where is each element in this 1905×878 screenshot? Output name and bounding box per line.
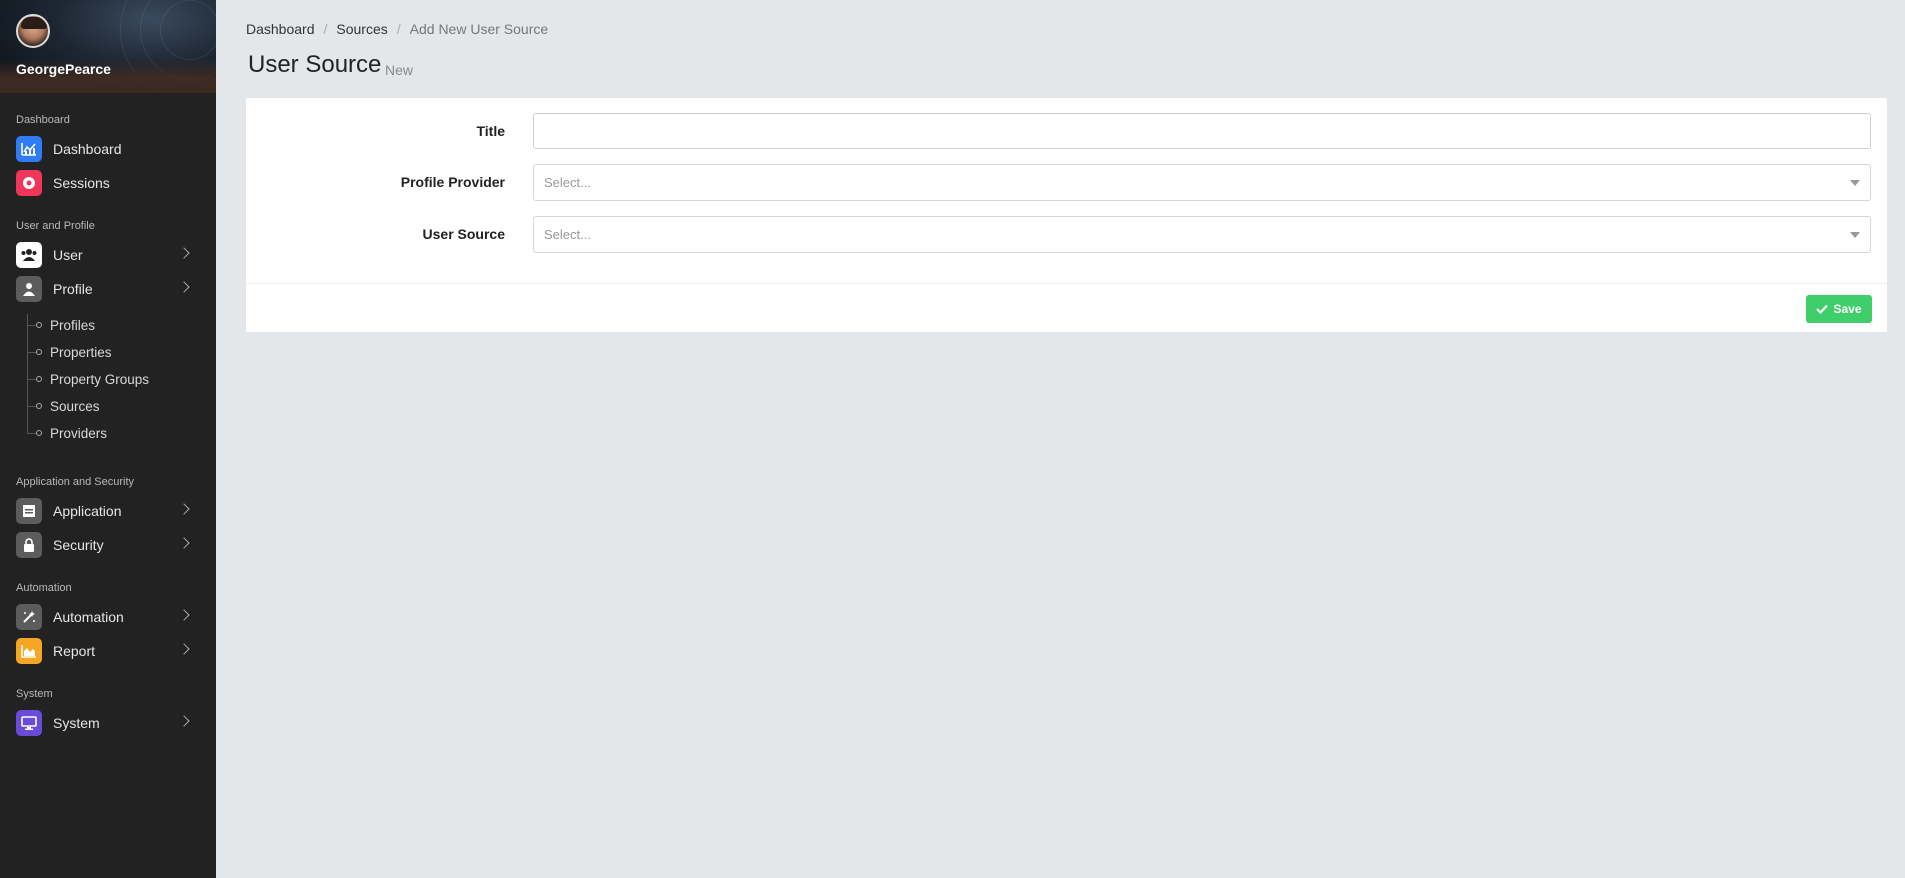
sidebar-item-security[interactable]: Security (16, 532, 196, 558)
section-title-system: System (16, 688, 53, 700)
user-source-placeholder: Select... (544, 227, 591, 242)
form-card: Title Profile Provider Select... User So… (246, 98, 1887, 332)
breadcrumb-sources[interactable]: Sources (336, 21, 387, 37)
breadcrumb: Dashboard / Sources / Add New User Sourc… (246, 21, 548, 37)
person-icon (16, 276, 42, 302)
chevron-right-icon (178, 609, 190, 621)
sidebar-subitem-sources[interactable]: Sources (27, 396, 100, 416)
sidebar-subitem-profiles[interactable]: Profiles (27, 315, 95, 335)
sidebar-subitem-label: Property Groups (50, 371, 150, 387)
title-label: Title (476, 123, 505, 139)
chevron-right-icon (178, 281, 190, 293)
caret-down-icon (1850, 180, 1860, 186)
profile-provider-label: Profile Provider (400, 174, 505, 190)
background-ring (160, 0, 216, 60)
section-title-dashboard: Dashboard (16, 114, 70, 126)
sidebar-subitem-properties[interactable]: Properties (27, 342, 112, 362)
sidebar-item-label: Dashboard (53, 141, 122, 157)
sidebar-item-automation[interactable]: Automation (16, 604, 196, 630)
sidebar-subitem-label: Providers (50, 425, 108, 441)
record-icon (16, 170, 42, 196)
sidebar-item-report[interactable]: Report (16, 638, 196, 664)
chevron-right-icon (178, 247, 190, 259)
window-icon (16, 498, 42, 524)
page-subtitle: New (385, 62, 414, 78)
bullet-icon (36, 376, 42, 382)
lock-icon (16, 532, 42, 558)
sidebar-header: GeorgePearce (0, 0, 216, 93)
breadcrumb-dashboard[interactable]: Dashboard (246, 21, 315, 37)
sidebar-item-label: Automation (53, 609, 124, 625)
users-icon (16, 242, 42, 268)
sidebar-item-label: Application (53, 503, 122, 519)
chevron-right-icon (178, 537, 190, 549)
section-title-application-and-security: Application and Security (16, 476, 135, 488)
avatar[interactable] (16, 14, 50, 48)
wand-icon (16, 604, 42, 630)
sidebar-item-user[interactable]: User (16, 242, 196, 268)
bullet-icon (36, 349, 42, 355)
check-icon (1816, 304, 1829, 314)
sidebar-item-sessions[interactable]: Sessions (16, 170, 196, 196)
sidebar-subitem-property-groups[interactable]: Property Groups (27, 369, 149, 389)
sidebar-item-label: System (53, 715, 100, 731)
profile-provider-select[interactable]: Select... (533, 164, 1871, 201)
sidebar-item-label: Sessions (53, 175, 110, 191)
sidebar: GeorgePearce Dashboard Dashboard Session… (0, 0, 216, 878)
area-chart-icon (16, 638, 42, 664)
chevron-right-icon (178, 503, 190, 515)
section-title-user-and-profile: User and Profile (16, 220, 95, 232)
breadcrumb-separator: / (396, 21, 401, 37)
username[interactable]: GeorgePearce (16, 61, 111, 77)
sidebar-item-label: User (53, 247, 83, 263)
sidebar-item-label: Report (53, 643, 96, 659)
sidebar-item-application[interactable]: Application (16, 498, 196, 524)
chevron-right-icon (178, 715, 190, 727)
caret-down-icon (1850, 232, 1860, 238)
section-title-automation: Automation (16, 582, 72, 594)
profile-provider-placeholder: Select... (544, 175, 591, 190)
sidebar-item-system[interactable]: System (16, 710, 196, 736)
user-source-label: User Source (422, 226, 505, 242)
save-label: Save (1833, 302, 1862, 316)
sidebar-subitem-label: Properties (50, 344, 112, 360)
bullet-icon (36, 403, 42, 409)
chart-icon (16, 136, 42, 162)
sidebar-item-label: Profile (53, 281, 93, 297)
sidebar-subitem-label: Profiles (50, 317, 96, 333)
sidebar-subitem-providers[interactable]: Providers (27, 423, 107, 443)
sidebar-item-label: Security (53, 537, 104, 553)
sidebar-subitem-label: Sources (50, 398, 100, 414)
monitor-icon (16, 710, 42, 736)
bullet-icon (36, 430, 42, 436)
save-button[interactable]: Save (1806, 295, 1872, 323)
user-source-select[interactable]: Select... (533, 216, 1871, 253)
chevron-right-icon (178, 643, 190, 655)
form-divider (246, 283, 1887, 284)
breadcrumb-current: Add New User Source (409, 21, 549, 37)
breadcrumb-separator: / (323, 21, 328, 37)
title-input[interactable] (533, 113, 1871, 149)
page-title: User Source (248, 51, 382, 78)
sidebar-item-profile[interactable]: Profile (16, 276, 196, 302)
bullet-icon (36, 322, 42, 328)
sidebar-item-dashboard[interactable]: Dashboard (16, 136, 196, 162)
